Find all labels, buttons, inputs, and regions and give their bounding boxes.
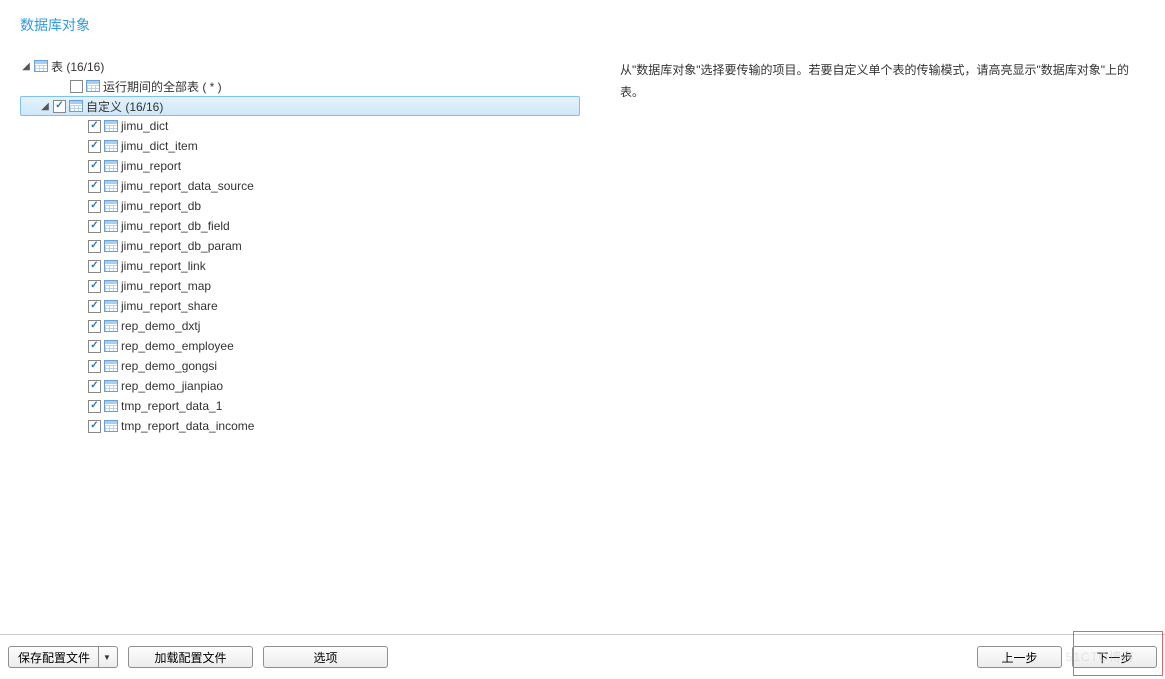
tree-node-item[interactable]: jimu_report_link	[20, 256, 580, 276]
table-icon	[104, 360, 118, 372]
checkbox[interactable]	[88, 180, 101, 193]
checkbox[interactable]	[88, 260, 101, 273]
checkbox[interactable]	[88, 220, 101, 233]
checkbox[interactable]	[88, 300, 101, 313]
load-profile-button[interactable]: 加载配置文件	[128, 646, 253, 668]
tree-node-label: 表 (16/16)	[51, 58, 104, 75]
table-icon	[104, 380, 118, 392]
table-icon	[104, 280, 118, 292]
watermark: 51CTO博客	[1066, 648, 1135, 665]
tree-node-item[interactable]: jimu_dict	[20, 116, 580, 136]
table-icon	[104, 220, 118, 232]
checkbox[interactable]	[88, 240, 101, 253]
tree-node-label: jimu_dict_item	[121, 139, 198, 153]
tree-node-label: jimu_dict	[121, 119, 168, 133]
table-icon	[104, 340, 118, 352]
button-label: 加载配置文件	[154, 649, 226, 666]
checkbox[interactable]	[88, 140, 101, 153]
tree-panel: ◢ 表 (16/16) 运行期间的全部表 ( * ) ◢ 自定义 (16/16)…	[0, 50, 600, 629]
checkbox[interactable]	[88, 120, 101, 133]
tree-node-item[interactable]: tmp_report_data_income	[20, 416, 580, 436]
checkbox[interactable]	[88, 360, 101, 373]
tree-node-item[interactable]: rep_demo_gongsi	[20, 356, 580, 376]
checkbox[interactable]	[70, 80, 83, 93]
chevron-down-icon[interactable]: ▼	[100, 647, 114, 667]
tree-node-label: jimu_report_share	[121, 299, 218, 313]
table-icon	[104, 260, 118, 272]
checkbox[interactable]	[88, 320, 101, 333]
tree-node-label: rep_demo_employee	[121, 339, 234, 353]
button-label: 选项	[313, 649, 337, 666]
checkbox[interactable]	[88, 200, 101, 213]
tree-node-custom[interactable]: ◢ 自定义 (16/16)	[20, 96, 580, 116]
tree-node-item[interactable]: rep_demo_jianpiao	[20, 376, 580, 396]
tree-node-label: jimu_report_data_source	[121, 179, 254, 193]
tree-node-label: jimu_report_link	[121, 259, 206, 273]
table-icon	[104, 180, 118, 192]
save-profile-button[interactable]: 保存配置文件 ▼	[8, 646, 118, 668]
checkbox[interactable]	[88, 420, 101, 433]
tree-node-label: tmp_report_data_1	[121, 399, 222, 413]
checkbox[interactable]	[88, 340, 101, 353]
button-label: 上一步	[1001, 649, 1037, 666]
tree-node-item[interactable]: jimu_report_db_param	[20, 236, 580, 256]
options-button[interactable]: 选项	[263, 646, 388, 668]
checkbox[interactable]	[88, 280, 101, 293]
tree-node-runtime-all[interactable]: 运行期间的全部表 ( * )	[20, 76, 580, 96]
table-icon	[104, 120, 118, 132]
table-icon	[104, 320, 118, 332]
prev-button[interactable]: 上一步	[977, 646, 1062, 668]
tree-node-label: jimu_report_map	[121, 279, 211, 293]
table-icon	[86, 80, 100, 92]
tree-node-label: rep_demo_jianpiao	[121, 379, 223, 393]
table-icon	[104, 140, 118, 152]
chevron-down-icon[interactable]: ◢	[20, 60, 32, 72]
table-icon	[104, 240, 118, 252]
checkbox[interactable]	[88, 160, 101, 173]
tree-node-item[interactable]: jimu_dict_item	[20, 136, 580, 156]
description-text: 从"数据库对象"选择要传输的项目。若要自定义单个表的传输模式，请高亮显示"数据库…	[620, 63, 1129, 99]
tree-node-item[interactable]: jimu_report_share	[20, 296, 580, 316]
tree-node-label: 运行期间的全部表 ( * )	[103, 78, 222, 95]
tree-node-item[interactable]: rep_demo_employee	[20, 336, 580, 356]
tree-node-item[interactable]: jimu_report	[20, 156, 580, 176]
table-icon	[104, 300, 118, 312]
checkbox[interactable]	[53, 100, 66, 113]
tree-node-label: jimu_report	[121, 159, 181, 173]
tree-node-label: jimu_report_db_param	[121, 239, 242, 253]
button-label: 保存配置文件	[18, 649, 90, 666]
table-icon	[104, 200, 118, 212]
footer-bar: 保存配置文件 ▼ 加载配置文件 选项 上一步 下一步	[0, 634, 1165, 679]
tree-node-item[interactable]: rep_demo_dxtj	[20, 316, 580, 336]
tree-node-label: 自定义 (16/16)	[86, 98, 163, 115]
tree-node-label: rep_demo_gongsi	[121, 359, 217, 373]
table-icon	[104, 400, 118, 412]
table-icon	[34, 60, 48, 72]
table-icon	[104, 160, 118, 172]
tree-node-label: jimu_report_db	[121, 199, 201, 213]
tree-node-tables[interactable]: ◢ 表 (16/16)	[20, 56, 580, 76]
table-icon	[104, 420, 118, 432]
chevron-down-icon[interactable]: ◢	[39, 100, 51, 112]
tree-node-item[interactable]: jimu_report_db_field	[20, 216, 580, 236]
checkbox[interactable]	[88, 380, 101, 393]
tree-node-item[interactable]: tmp_report_data_1	[20, 396, 580, 416]
checkbox[interactable]	[88, 400, 101, 413]
tree-node-label: jimu_report_db_field	[121, 219, 230, 233]
tree-node-item[interactable]: jimu_report_map	[20, 276, 580, 296]
tree-node-item[interactable]: jimu_report_db	[20, 196, 580, 216]
table-icon	[69, 100, 83, 112]
tree-node-label: tmp_report_data_income	[121, 419, 254, 433]
tree-node-item[interactable]: jimu_report_data_source	[20, 176, 580, 196]
tree-node-label: rep_demo_dxtj	[121, 319, 200, 333]
page-title: 数据库对象	[20, 17, 90, 33]
